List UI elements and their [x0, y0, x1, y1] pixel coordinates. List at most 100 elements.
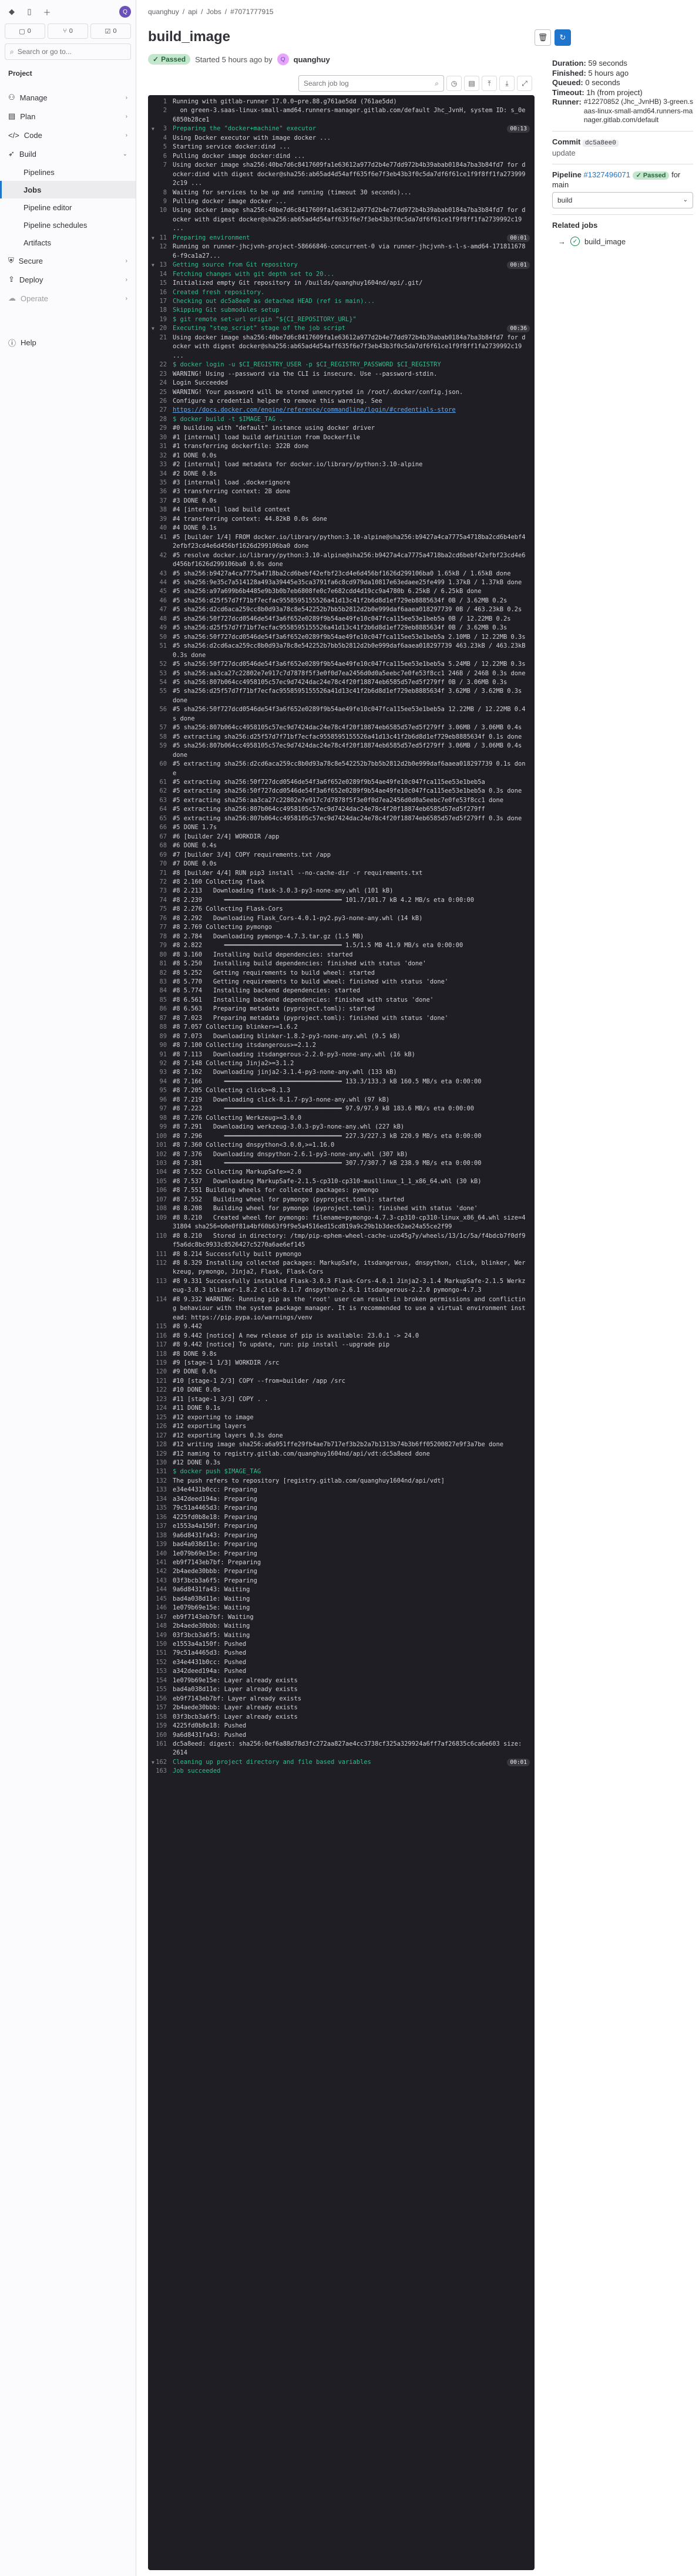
line-number[interactable]: 121: [148, 1377, 173, 1386]
line-number[interactable]: 99: [148, 1123, 173, 1132]
sidebar-subitem-pipeline-editor[interactable]: Pipeline editor: [0, 198, 136, 216]
line-number[interactable]: 106: [148, 1186, 173, 1195]
line-number[interactable]: 25: [148, 388, 173, 397]
help-link[interactable]: ⓘ Help: [8, 337, 36, 348]
line-number[interactable]: 143: [148, 1577, 173, 1585]
line-number[interactable]: 118: [148, 1350, 173, 1359]
sidebar-item-secure[interactable]: ⛨ Secure ›: [0, 251, 136, 270]
commit-sha[interactable]: dc5a8ee0: [583, 139, 619, 147]
line-number[interactable]: 36: [148, 487, 173, 496]
user-link[interactable]: quanghuy: [294, 55, 330, 64]
line-number[interactable]: 77: [148, 923, 173, 932]
avatar[interactable]: Q: [277, 53, 289, 65]
line-number[interactable]: 145: [148, 1595, 173, 1604]
line-number[interactable]: 153: [148, 1667, 173, 1676]
line-number[interactable]: 59: [148, 742, 173, 760]
line-number[interactable]: 114: [148, 1295, 173, 1322]
log-section-header[interactable]: ▼ 11 Preparing environment 00:01: [148, 234, 535, 243]
line-number[interactable]: 92: [148, 1059, 173, 1068]
log-search-input[interactable]: Search job log ⌕: [298, 75, 444, 92]
line-number[interactable]: 117: [148, 1341, 173, 1349]
line-number[interactable]: 64: [148, 805, 173, 814]
runner-value[interactable]: #12270852 (Jhc_JvnHB) 3-green.saas-linux…: [584, 97, 693, 125]
sidebar-subitem-artifacts[interactable]: Artifacts: [0, 234, 136, 251]
line-number[interactable]: 94: [148, 1077, 173, 1086]
line-number[interactable]: 79: [148, 941, 173, 950]
line-number[interactable]: 89: [148, 1032, 173, 1041]
line-number[interactable]: 6: [148, 152, 173, 161]
line-number[interactable]: 43: [148, 570, 173, 578]
line-number[interactable]: 87: [148, 1014, 173, 1023]
line-number[interactable]: 120: [148, 1368, 173, 1376]
line-number[interactable]: 161: [148, 1740, 173, 1758]
breadcrumb-item[interactable]: api: [188, 8, 197, 16]
line-number[interactable]: 72: [148, 878, 173, 887]
line-number[interactable]: 159: [148, 1722, 173, 1730]
line-number[interactable]: 7: [148, 161, 173, 188]
line-number[interactable]: 27: [148, 406, 173, 415]
line-number[interactable]: 57: [148, 723, 173, 732]
line-number[interactable]: 67: [148, 833, 173, 841]
line-number[interactable]: 49: [148, 624, 173, 632]
line-number[interactable]: 135: [148, 1504, 173, 1513]
line-number[interactable]: 46: [148, 597, 173, 605]
stage-select[interactable]: build ⌄: [552, 191, 693, 208]
line-number[interactable]: 18: [148, 306, 173, 315]
line-number[interactable]: 127: [148, 1432, 173, 1440]
line-number[interactable]: 134: [148, 1495, 173, 1504]
sidebar-subitem-pipeline-schedules[interactable]: Pipeline schedules: [0, 216, 136, 234]
line-number[interactable]: 151: [148, 1649, 173, 1658]
sidebar-item-plan[interactable]: ▤ Plan ›: [0, 107, 136, 126]
log-section-header[interactable]: ▼ 162 Cleaning up project directory and fi…: [148, 1758, 535, 1767]
line-number[interactable]: 122: [148, 1386, 173, 1395]
line-number[interactable]: 19: [148, 315, 173, 324]
line-number[interactable]: 34: [148, 470, 173, 479]
line-number[interactable]: 93: [148, 1068, 173, 1077]
line-number[interactable]: 157: [148, 1703, 173, 1712]
line-number[interactable]: 124: [148, 1404, 173, 1413]
line-number[interactable]: 128: [148, 1440, 173, 1449]
raw-log-button[interactable]: ▤: [464, 76, 479, 91]
line-number[interactable]: 9: [148, 197, 173, 206]
line-number[interactable]: 126: [148, 1422, 173, 1431]
line-number[interactable]: 78: [148, 932, 173, 941]
line-number[interactable]: 63: [148, 796, 173, 805]
line-number[interactable]: 82: [148, 969, 173, 978]
line-number[interactable]: 147: [148, 1613, 173, 1622]
line-number[interactable]: 86: [148, 1005, 173, 1013]
log-section-header[interactable]: ▼ 13 Getting source from Git repository 00:…: [148, 261, 535, 270]
line-number[interactable]: 146: [148, 1604, 173, 1612]
sidebar-item-operate[interactable]: ☁ Operate ›: [0, 289, 136, 308]
line-number[interactable]: 44: [148, 578, 173, 587]
line-number[interactable]: 22: [148, 361, 173, 369]
line-number[interactable]: 98: [148, 1114, 173, 1123]
pipeline-status-badge[interactable]: ✓ Passed: [632, 171, 670, 180]
sidebar-subitem-pipelines[interactable]: Pipelines: [0, 163, 136, 181]
line-number[interactable]: 101: [148, 1141, 173, 1150]
line-number[interactable]: 31: [148, 442, 173, 451]
line-number[interactable]: 38: [148, 506, 173, 514]
line-number[interactable]: 115: [148, 1322, 173, 1331]
line-number[interactable]: 70: [148, 860, 173, 868]
line-number[interactable]: 75: [148, 905, 173, 914]
line-number[interactable]: 91: [148, 1050, 173, 1059]
line-number[interactable]: 105: [148, 1177, 173, 1186]
line-number[interactable]: 16: [148, 288, 173, 297]
line-number[interactable]: 156: [148, 1695, 173, 1703]
sidebar-item-code[interactable]: </> Code ›: [0, 126, 136, 144]
scroll-top-button[interactable]: ⤒: [482, 76, 497, 91]
line-number[interactable]: 102: [148, 1150, 173, 1159]
line-number[interactable]: 54: [148, 678, 173, 687]
log-section-header[interactable]: ▼ 20 Executing "step_script" stage of the …: [148, 324, 535, 333]
line-number[interactable]: 37: [148, 497, 173, 506]
line-number[interactable]: 81: [148, 959, 173, 968]
line-number[interactable]: 152: [148, 1658, 173, 1667]
fullscreen-button[interactable]: ⤢: [517, 76, 532, 91]
line-number[interactable]: 17: [148, 297, 173, 306]
line-number[interactable]: 28: [148, 415, 173, 424]
breadcrumb-item[interactable]: Jobs: [206, 8, 221, 16]
line-number[interactable]: 52: [148, 660, 173, 669]
line-number[interactable]: 119: [148, 1359, 173, 1368]
breadcrumb-item[interactable]: quanghuy: [148, 8, 179, 16]
line-number[interactable]: 30: [148, 433, 173, 442]
